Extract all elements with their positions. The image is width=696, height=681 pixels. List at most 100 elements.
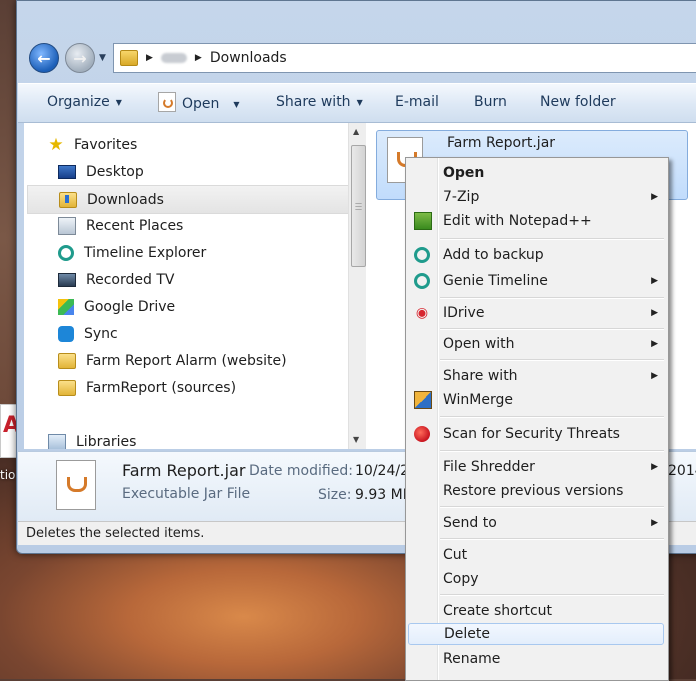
menu-item-genie-timeline[interactable]: Genie Timeline ▶ — [408, 270, 664, 292]
menu-label: Cut — [443, 547, 468, 563]
nav-item-google-drive[interactable]: Google Drive — [58, 293, 354, 320]
date-modified-value: 10/24/2 — [355, 463, 409, 479]
nav-scrollbar[interactable]: ▲ — — — ▼ — [348, 123, 366, 449]
breadcrumb-chevron-icon[interactable]: ▶ — [146, 53, 153, 63]
forward-button[interactable]: → — [65, 43, 95, 73]
nav-item-desktop[interactable]: Desktop — [58, 158, 354, 185]
menu-separator — [440, 328, 664, 330]
forward-arrow-icon: → — [73, 48, 87, 68]
nav-item-farmreport-sources[interactable]: FarmReport (sources) — [58, 374, 354, 401]
menu-item-add-to-backup[interactable]: Add to backup — [408, 244, 664, 266]
menu-item-share-with[interactable]: Share with ▶ — [408, 365, 664, 387]
menu-item-7zip[interactable]: 7-Zip ▶ — [408, 186, 664, 208]
menu-label: Create shortcut — [443, 603, 553, 619]
menu-item-copy[interactable]: Copy — [408, 568, 664, 590]
menu-label: Open — [443, 165, 485, 181]
email-button[interactable]: E-mail — [395, 94, 439, 110]
share-with-button[interactable]: Share with ▼ — [276, 94, 363, 110]
menu-item-file-shredder[interactable]: File Shredder ▶ — [408, 456, 664, 478]
caret-down-icon: ▼ — [115, 97, 122, 107]
genie-icon — [414, 273, 430, 289]
breadcrumb-chevron-icon[interactable]: ▶ — [195, 53, 202, 63]
organize-button[interactable]: Organize ▼ — [47, 94, 122, 110]
menu-item-delete[interactable]: Delete — [408, 623, 664, 645]
menu-item-rename[interactable]: Rename — [408, 648, 664, 670]
nav-item-downloads[interactable]: Downloads — [27, 185, 350, 214]
desktop-icon — [58, 164, 76, 179]
menu-separator — [440, 359, 664, 361]
menu-label: Scan for Security Threats — [443, 426, 620, 442]
nav-item-recorded-tv[interactable]: Recorded TV — [58, 266, 354, 293]
breadcrumb-redacted-user[interactable] — [160, 53, 187, 63]
menu-separator — [440, 538, 664, 540]
menu-label: Add to backup — [443, 247, 544, 263]
menu-item-edit-notepad[interactable]: Edit with Notepad++ — [408, 210, 664, 232]
recent-pages-dropdown[interactable]: ▼ — [99, 53, 106, 63]
menu-label: 7-Zip — [443, 189, 480, 205]
nav-item-label: Sync — [84, 325, 118, 342]
menu-label: IDrive — [443, 305, 485, 321]
nav-favorites[interactable]: ★ Favorites — [48, 131, 354, 158]
back-button[interactable]: ← — [29, 43, 59, 73]
menu-item-idrive[interactable]: ◉ IDrive ▶ — [408, 302, 664, 324]
idrive-icon: ◉ — [415, 305, 429, 321]
submenu-arrow-icon: ▶ — [651, 276, 658, 286]
burn-button[interactable]: Burn — [474, 94, 507, 110]
context-menu: Open 7-Zip ▶ Edit with Notepad++ Add to b… — [405, 157, 669, 681]
menu-item-open[interactable]: Open — [408, 162, 664, 184]
size-value: 9.93 MB — [355, 487, 413, 503]
java-jar-icon — [56, 460, 96, 510]
open-button[interactable]: Open ▼ — [158, 92, 240, 114]
date-year-fragment: 2014 — [668, 463, 696, 479]
folder-icon — [120, 50, 138, 66]
scroll-down-arrow-icon[interactable]: ▼ — [353, 435, 359, 444]
address-bar[interactable]: ▶ ▶ Downloads — [113, 43, 696, 73]
submenu-arrow-icon: ▶ — [651, 192, 658, 202]
menu-label: WinMerge — [443, 392, 513, 408]
nav-item-label: Downloads — [87, 191, 164, 208]
organize-label: Organize — [47, 94, 110, 110]
nav-item-farm-report-alarm[interactable]: Farm Report Alarm (website) — [58, 347, 354, 374]
menu-item-scan-security[interactable]: Scan for Security Threats — [408, 423, 664, 445]
submenu-arrow-icon: ▶ — [651, 462, 658, 472]
nav-item-recent-places[interactable]: Recent Places — [58, 212, 354, 239]
nav-item-sync[interactable]: Sync — [58, 320, 354, 347]
scroll-up-arrow-icon[interactable]: ▲ — [353, 127, 359, 136]
caret-down-icon: ▼ — [233, 99, 240, 109]
menu-item-open-with[interactable]: Open with ▶ — [408, 333, 664, 355]
genie-icon — [414, 247, 430, 263]
libraries-icon — [48, 433, 66, 449]
menu-label: Rename — [443, 651, 501, 667]
menu-separator — [440, 450, 664, 452]
google-drive-icon — [58, 298, 74, 315]
menu-item-cut[interactable]: Cut — [408, 544, 664, 566]
java-icon — [158, 92, 176, 112]
menu-label: File Shredder — [443, 459, 535, 475]
menu-item-winmerge[interactable]: WinMerge — [408, 389, 664, 411]
menu-item-create-shortcut[interactable]: Create shortcut — [408, 600, 664, 622]
timeline-icon — [58, 244, 74, 261]
menu-label: Delete — [444, 626, 490, 642]
nav-libraries[interactable]: Libraries — [48, 428, 354, 449]
nav-item-label: FarmReport (sources) — [86, 379, 237, 396]
menu-separator — [440, 297, 664, 299]
menu-label: Restore previous versions — [443, 483, 624, 499]
menu-item-restore-previous[interactable]: Restore previous versions — [408, 480, 664, 502]
menu-item-send-to[interactable]: Send to ▶ — [408, 512, 664, 534]
new-folder-button[interactable]: New folder — [540, 94, 616, 110]
scrollbar-thumb[interactable]: — — — — [351, 145, 366, 267]
nav-libraries-label: Libraries — [76, 433, 137, 450]
grip-icon: — — — — [355, 199, 362, 213]
navigation-pane: ★ Favorites Desktop Downloads Recent Pla… — [24, 123, 354, 449]
open-label: Open — [182, 96, 220, 112]
file-name: Farm Report.jar — [447, 135, 556, 151]
details-file-type: Executable Jar File — [122, 486, 251, 502]
nav-item-label: Google Drive — [84, 298, 176, 315]
nav-favorites-label: Favorites — [74, 136, 138, 153]
nav-item-timeline-explorer[interactable]: Timeline Explorer — [58, 239, 354, 266]
recent-places-icon — [58, 216, 76, 235]
desktop-icon-label: tio — [0, 468, 16, 482]
submenu-arrow-icon: ▶ — [651, 339, 658, 349]
submenu-arrow-icon: ▶ — [651, 371, 658, 381]
breadcrumb-downloads[interactable]: Downloads — [210, 50, 287, 66]
